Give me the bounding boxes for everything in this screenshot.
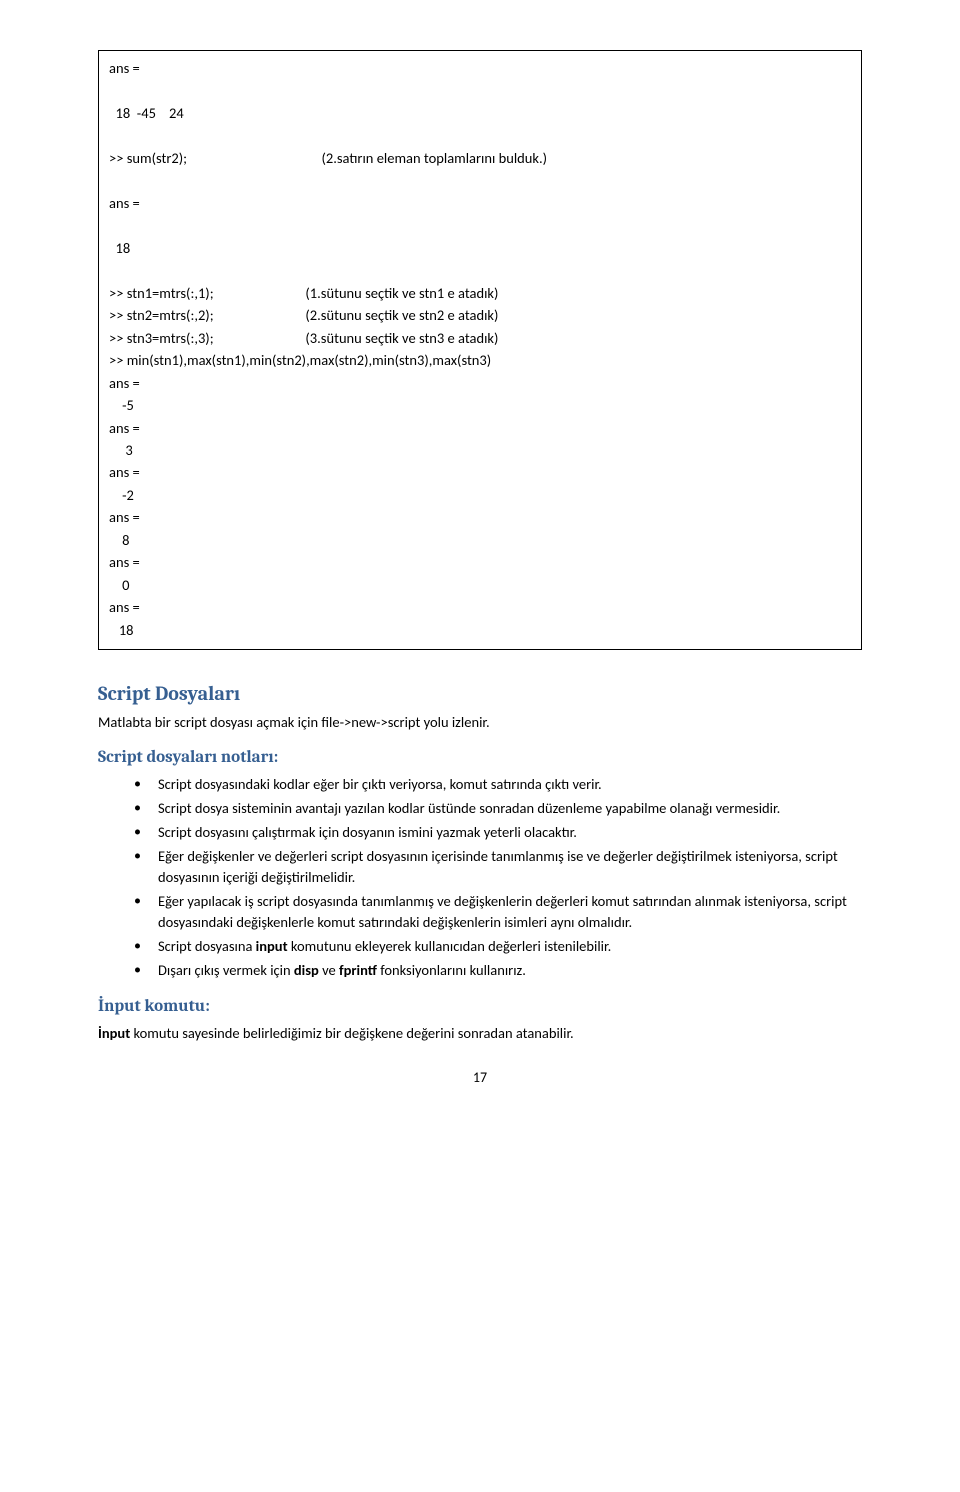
code-cmd: >> stn3=mtrs(:,3); [109,329,214,347]
code-line: 0 [109,576,129,594]
list-item: Eğer değişkenler ve değerleri script dos… [134,846,862,888]
list-text: Script dosyasına [158,937,256,955]
bold-disp: disp [294,961,319,979]
code-line: ans = [109,59,140,77]
code-cmd: >> stn1=mtrs(:,1); [109,284,214,302]
paragraph-text: komutu sayesinde belirlediğimiz bir deği… [130,1024,573,1042]
code-line: ans = [109,419,140,437]
code-line: 8 [109,531,129,549]
list-item: Script dosya sisteminin avantajı yazılan… [134,798,862,819]
code-line: ans = [109,598,140,616]
bold-input: input [256,937,288,955]
list-item: Script dosyasını çalıştırmak için dosyan… [134,822,862,843]
code-line: ans = [109,508,140,526]
list-text: fonksiyonlarını kullanırız. [377,961,526,979]
subsection-title-notlari: Script dosyaları notları: [98,746,862,770]
code-line: 3 [109,441,133,459]
bold-fprintf: fprintf [339,961,377,979]
code-line: 18 [109,621,134,639]
list-text: Dışarı çıkış vermek için [158,961,294,979]
code-comment: (2.satırın eleman toplamlarını bulduk.) [321,149,547,167]
bold-input-lead: İnput [98,1024,130,1042]
code-line: -2 [109,486,134,504]
code-line: 18 -45 24 [109,104,184,122]
list-item: Dışarı çıkış vermek için disp ve fprintf… [134,960,862,981]
list-item: Script dosyasındaki kodlar eğer bir çıkt… [134,774,862,795]
code-line: >> min(stn1),max(stn1),min(stn2),max(stn… [109,351,491,369]
page-number: 17 [98,1068,862,1088]
list-text: komutunu ekleyerek kullanıcıdan değerler… [288,937,612,955]
list-text: ve [319,961,339,979]
code-comment: (1.sütunu seçtik ve stn1 e atadık) [305,284,498,302]
code-cmd: >> stn2=mtrs(:,2); [109,306,214,324]
section-title-script-dosyalari: Script Dosyaları [98,680,862,708]
code-line: ans = [109,194,140,212]
code-line: ans = [109,463,140,481]
code-box: ans = 18 -45 24 >> sum(str2); (2.satırın… [98,50,862,650]
code-comment: (3.sütunu seçtik ve stn3 e atadık) [305,329,498,347]
input-paragraph: İnput komutu sayesinde belirlediğimiz bi… [98,1023,862,1043]
subsection-title-input-komutu: İnput komutu: [98,995,862,1019]
list-item: Script dosyasına input komutunu ekleyere… [134,936,862,957]
code-cmd: >> sum(str2); [109,149,187,167]
intro-paragraph: Matlabta bir script dosyası açmak için f… [98,712,862,732]
code-line: 18 [109,239,130,257]
code-line: ans = [109,553,140,571]
notes-list: Script dosyasındaki kodlar eğer bir çıkt… [134,774,862,981]
list-item: Eğer yapılacak iş script dosyasında tanı… [134,891,862,933]
code-comment: (2.sütunu seçtik ve stn2 e atadık) [305,306,498,324]
code-line: -5 [109,396,134,414]
code-line: ans = [109,374,140,392]
